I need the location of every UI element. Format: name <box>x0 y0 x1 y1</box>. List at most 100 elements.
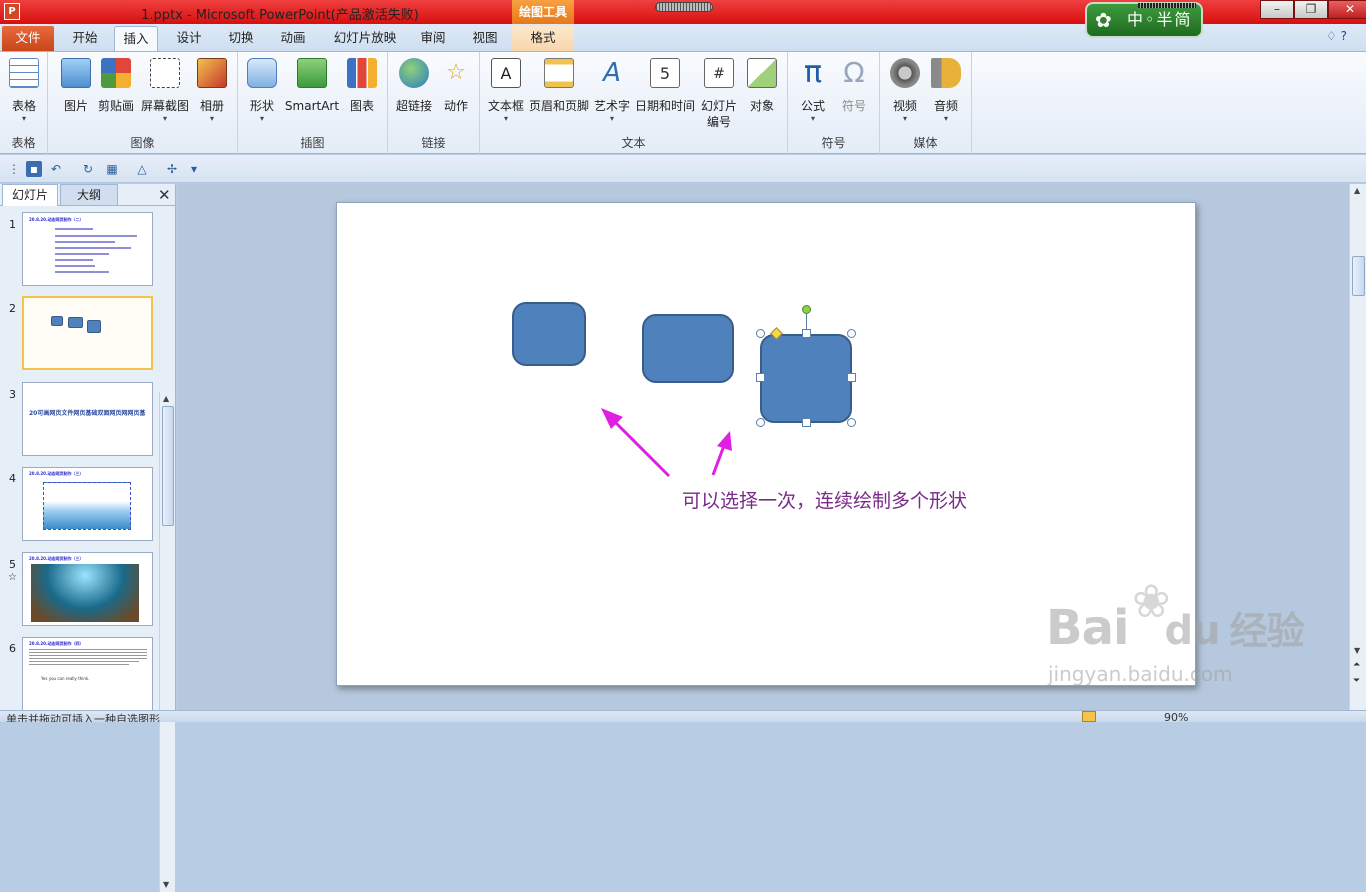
audio-button[interactable]: 音频 ▾ <box>928 56 964 124</box>
tab-home[interactable]: 开始 <box>62 26 108 51</box>
tab-slides[interactable]: 幻灯片 <box>2 184 58 206</box>
slide-caption-text[interactable]: 可以选择一次，连续绘制多个形状 <box>682 486 1022 513</box>
screenshot-button[interactable]: 屏幕截图 ▾ <box>138 56 192 124</box>
wordart-button[interactable]: A 艺术字 ▾ <box>592 56 632 124</box>
help-icon[interactable]: ♢ ? <box>1326 29 1360 43</box>
zoom-level[interactable]: 90% <box>1164 711 1188 722</box>
ribbon: 表格 ▾ 表格 图片 剪贴画 屏幕截图 ▾ 相册 ▾ 图像 形状 ▾ Smart… <box>0 51 1366 154</box>
picture-button[interactable]: 图片 <box>56 56 96 114</box>
equation-button[interactable]: π 公式 ▾ <box>794 56 832 124</box>
normal-view-icon[interactable] <box>1082 711 1096 722</box>
object-icon <box>747 58 777 88</box>
window-title: 1.pptx - Microsoft PowerPoint(产品激活失败) <box>141 8 419 23</box>
slide-title: 20.8.20.动态网页制作（四） <box>29 641 84 646</box>
slide-thumbnail-3[interactable]: 20可画网页文件网页基础双面网页网网页基 <box>22 382 153 456</box>
close-pane-icon[interactable]: ✕ <box>158 186 171 204</box>
clipart-icon <box>101 58 131 88</box>
object-button[interactable]: 对象 <box>744 56 780 114</box>
datetime-button[interactable]: 5 日期和时间 <box>634 56 696 114</box>
star-action-icon: ☆ <box>446 60 466 85</box>
baidu-watermark: ❀ Bai du 经验 jingyan.baidu.com <box>1046 574 1305 692</box>
tab-review[interactable]: 审阅 <box>412 26 454 51</box>
album-icon <box>197 58 227 88</box>
canvas-scrollbar[interactable]: ▲ ▼ ⏶ ⏷ <box>1349 184 1366 710</box>
previous-slide-icon[interactable]: ⏶ <box>1353 660 1360 670</box>
new-slide-icon[interactable]: ▦ <box>104 161 120 177</box>
slide-number: 5 <box>9 558 16 571</box>
screenshot-label: 屏幕截图 <box>140 99 189 113</box>
tab-file[interactable]: 文件 <box>2 26 54 51</box>
toolbar-grip-icon[interactable]: ⋮ <box>6 161 22 177</box>
group-illustrations: 形状 ▾ SmartArt 图表 插图 <box>238 52 388 154</box>
video-button[interactable]: 视频 ▾ <box>886 56 924 124</box>
action-button[interactable]: ☆ 动作 <box>438 56 474 114</box>
omega-icon: Ω <box>843 56 865 89</box>
shapes-button[interactable]: 形状 ▾ <box>244 56 280 124</box>
customize-toolbar-icon[interactable]: ▾ <box>186 161 202 177</box>
redo-icon[interactable]: ↻ <box>80 161 96 177</box>
close-button[interactable]: ✕ <box>1328 0 1366 19</box>
clipart-label: 剪贴画 <box>97 99 134 113</box>
slide-thumbnail-1[interactable]: 20.8.20.动态网页制作（二） <box>22 212 153 286</box>
tab-transitions[interactable]: 切换 <box>218 26 264 51</box>
ime-drag-bar[interactable] <box>1138 3 1196 8</box>
undo-icon[interactable]: ↶ <box>48 161 64 177</box>
tab-view[interactable]: 视图 <box>464 26 506 51</box>
picture-icon <box>61 58 91 88</box>
chart-button[interactable]: 图表 <box>344 56 380 114</box>
group-label-illustrations: 插图 <box>300 136 325 150</box>
album-button[interactable]: 相册 ▾ <box>194 56 230 124</box>
next-slide-icon[interactable]: ⏷ <box>1353 676 1360 686</box>
smartart-label: SmartArt <box>284 99 340 113</box>
tab-slideshow[interactable]: 幻灯片放映 <box>326 26 404 51</box>
scroll-down-icon[interactable]: ▼ <box>163 880 169 889</box>
slides-scrollbar[interactable]: ▲ ▼ <box>159 392 175 892</box>
audio-label: 音频 <box>933 99 958 113</box>
slide-number-button[interactable]: # 幻灯片 编号 <box>698 56 740 130</box>
slide-number-label: 幻灯片 <box>700 99 737 113</box>
ime-flower-icon: ✿ <box>1095 8 1112 32</box>
slide-title: 20.8.20.动态网页制作（二） <box>29 217 84 222</box>
table-label: 表格 <box>11 99 36 113</box>
symbol-button[interactable]: Ω 符号 <box>836 56 872 114</box>
scroll-up-icon[interactable]: ▲ <box>1354 186 1360 195</box>
align-icon[interactable]: ✢ <box>164 161 180 177</box>
hyperlink-button[interactable]: 超链接 <box>392 56 436 114</box>
calendar-icon: 5 <box>650 58 680 88</box>
group-label-text: 文本 <box>621 136 646 150</box>
scrollbar-thumb[interactable] <box>162 406 174 526</box>
scroll-up-icon[interactable]: ▲ <box>163 394 169 403</box>
pane-tabs: 幻灯片 大纲 ✕ <box>0 184 176 206</box>
thumb-image <box>31 564 139 622</box>
tab-design[interactable]: 设计 <box>166 26 212 51</box>
group-table: 表格 ▾ 表格 <box>0 52 48 154</box>
tab-animations[interactable]: 动画 <box>270 26 316 51</box>
slide-title: 20可画网页文件网页基础双面网页网网页基 <box>29 410 146 417</box>
window-drag-handle[interactable] <box>655 2 713 12</box>
minimize-button[interactable]: – <box>1260 0 1294 19</box>
slide-thumbnail-6[interactable]: 20.8.20.动态网页制作（四） Yes you can really thi… <box>22 637 153 711</box>
textbox-button[interactable]: A 文本框 ▾ <box>484 56 528 124</box>
scrollbar-thumb[interactable] <box>1352 256 1365 296</box>
slide-thumbnail-4[interactable]: 20.8.20.动态网页制作（三） <box>22 467 153 541</box>
header-footer-label: 页眉和页脚 <box>528 99 589 113</box>
textbox-icon: A <box>491 58 521 88</box>
table-icon <box>9 58 39 88</box>
slide-thumbnail-2[interactable] <box>22 296 153 370</box>
shapes-label: 形状 <box>249 99 274 113</box>
tab-insert[interactable]: 插入 <box>114 26 158 51</box>
shapes-quick-icon[interactable]: △ <box>134 161 150 177</box>
smartart-button[interactable]: SmartArt <box>284 56 340 114</box>
save-icon[interactable]: ▪ <box>26 161 42 177</box>
status-text: 单击并拖动可插入一种自选图形 <box>6 713 160 722</box>
scroll-down-icon[interactable]: ▼ <box>1354 646 1360 655</box>
arrow-head <box>717 431 732 451</box>
slide-thumbnail-5[interactable]: 20.8.20.动态网页制作（三） <box>22 552 153 626</box>
tab-format[interactable]: 格式 <box>512 26 574 51</box>
header-footer-button[interactable]: 页眉和页脚 <box>528 56 590 114</box>
tab-outline[interactable]: 大纲 <box>60 184 118 206</box>
clipart-button[interactable]: 剪贴画 <box>96 56 136 114</box>
maximize-button[interactable]: ❐ <box>1294 0 1328 19</box>
ime-label: 中◦半简 <box>1127 10 1193 29</box>
table-button[interactable]: 表格 ▾ <box>6 56 42 124</box>
